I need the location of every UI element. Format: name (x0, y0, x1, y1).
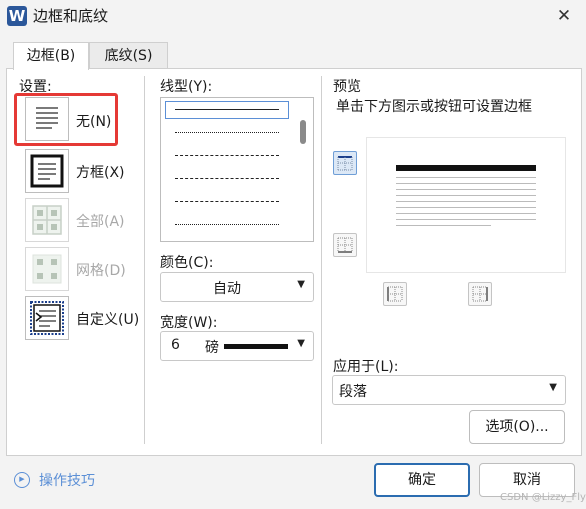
line-style-selection (165, 101, 289, 119)
width-line-sample (224, 344, 288, 349)
width-label: 宽度(W): (160, 315, 218, 331)
setting-grid-label: 网格(D) (76, 263, 126, 279)
tips-link[interactable]: 操作技巧 (39, 470, 95, 490)
setting-box-icon[interactable] (25, 149, 69, 193)
line-style-solid[interactable] (175, 109, 279, 110)
tab-borders[interactable]: 边框(B) (13, 42, 89, 70)
apply-to-value: 段落 (339, 384, 367, 400)
line-style-dotted[interactable] (175, 132, 279, 133)
line-style-dash-dot[interactable] (175, 201, 279, 202)
width-select[interactable]: 6 磅 ▼ (160, 331, 314, 361)
setting-all-label: 全部(A) (76, 214, 125, 230)
setting-grid-icon (25, 247, 69, 291)
chevron-down-icon: ▼ (297, 338, 305, 349)
line-style-list[interactable] (160, 97, 314, 242)
selection-highlight (14, 93, 118, 146)
chevron-down-icon: ▼ (297, 279, 305, 290)
color-select[interactable]: 自动 ▼ (160, 272, 314, 302)
tab-shading[interactable]: 底纹(S) (89, 42, 168, 69)
column-divider-2 (321, 76, 322, 444)
setting-box-label[interactable]: 方框(X) (76, 162, 125, 182)
bottom-border-button[interactable] (333, 233, 357, 257)
color-label: 颜色(C): (160, 255, 214, 271)
dialog-title: 边框和底纹 (33, 7, 109, 25)
preview-text-lines (396, 177, 536, 231)
width-unit: 磅 (205, 340, 219, 356)
chevron-down-icon: ▼ (549, 382, 557, 393)
preview-hint: 单击下方图示或按钮可设置边框 (336, 99, 532, 115)
apply-to-select[interactable]: 段落 ▼ (332, 375, 566, 405)
watermark: CSDN @Lizzy_Fly (500, 492, 586, 503)
line-style-dashed[interactable] (175, 155, 279, 156)
line-style-dash-dot-dot[interactable] (175, 224, 279, 225)
play-icon[interactable]: ▶ (14, 472, 30, 488)
line-style-scrollbar[interactable] (300, 120, 306, 144)
close-icon[interactable]: ✕ (552, 4, 576, 28)
preview-area[interactable] (366, 137, 566, 273)
column-divider (144, 76, 145, 444)
preview-top-border (396, 165, 536, 171)
width-value: 6 (171, 337, 180, 353)
top-border-button[interactable] (333, 151, 357, 175)
setting-custom-label[interactable]: 自定义(U) (76, 309, 139, 329)
setting-all-icon (25, 198, 69, 242)
line-style-dash-long[interactable] (175, 178, 279, 179)
apply-to-label: 应用于(L): (333, 359, 399, 375)
left-border-button[interactable] (383, 282, 407, 306)
preview-title: 预览 (333, 79, 361, 95)
options-button[interactable]: 选项(O)... (469, 410, 565, 444)
setting-custom-icon[interactable] (25, 296, 69, 340)
ok-button[interactable]: 确定 (374, 463, 470, 497)
color-value: 自动 (213, 281, 241, 297)
line-style-label: 线型(Y): (160, 79, 213, 95)
right-border-button[interactable] (468, 282, 492, 306)
wps-writer-icon: W (7, 6, 27, 26)
